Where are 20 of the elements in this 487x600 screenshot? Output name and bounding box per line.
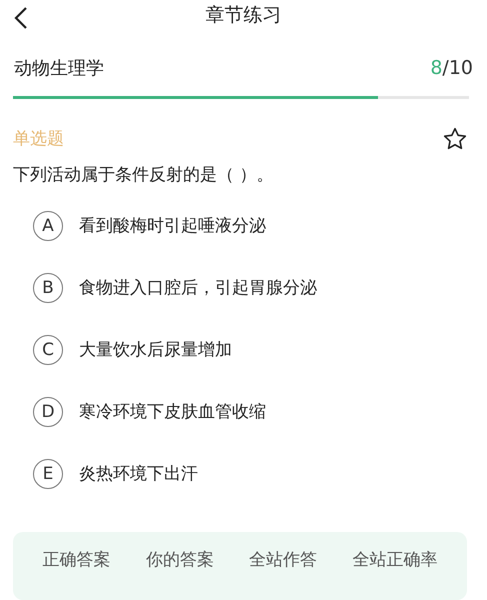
subject-name: 动物生理学 (14, 56, 104, 80)
option-text[interactable]: 寒冷环境下皮肤血管收缩 (79, 400, 266, 424)
option-letter[interactable]: E (33, 458, 63, 489)
stats-heading: 全站作答 (249, 548, 318, 572)
question-type-label: 单选题 (13, 128, 64, 150)
option-text[interactable]: 炎热环境下出汗 (79, 462, 198, 486)
question-counter: 8/10 (430, 56, 473, 79)
option-text[interactable]: 大量饮水后尿量增加 (79, 338, 232, 362)
option-letter[interactable]: C (33, 334, 63, 365)
option-text[interactable]: 食物进入口腔后，引起胃腺分泌 (79, 276, 317, 300)
option-letter[interactable]: D (33, 396, 63, 427)
stats-heading: 全站正确率 (352, 548, 438, 572)
option-text[interactable]: 看到酸梅时引起唾液分泌 (79, 214, 266, 238)
page-title: 章节练习 (206, 2, 282, 28)
option-letter[interactable]: A (33, 210, 63, 241)
back-icon (14, 6, 28, 30)
stats-heading: 正确答案 (42, 548, 111, 572)
question-text: 下列活动属于条件反射的是（ ）。 (12, 164, 274, 186)
stats-heading: 你的答案 (146, 548, 214, 572)
option-letter[interactable]: B (33, 272, 63, 303)
